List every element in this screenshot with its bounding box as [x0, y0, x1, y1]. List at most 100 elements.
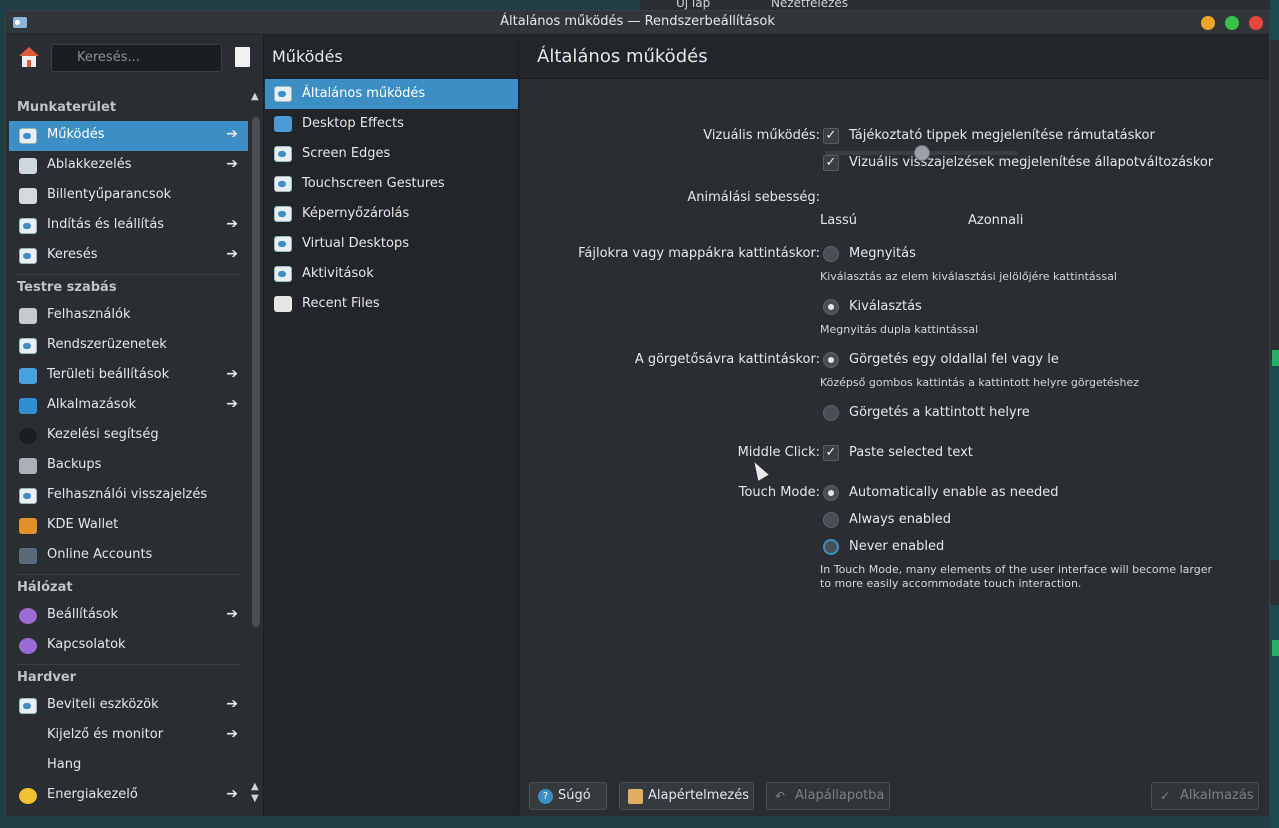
- settings-form: Vizuális működés: ✓ Tájékoztató tippek m…: [520, 79, 1269, 759]
- bg-tab-label: Nézetfelezés: [771, 0, 849, 10]
- scroll-to-position-option-label[interactable]: Görgetés a kattintott helyre: [849, 405, 1030, 420]
- status-feedback-option-label[interactable]: Vizuális visszajelzések megjelenítése ál…: [849, 155, 1213, 170]
- subcategory-item[interactable]: Aktivitások: [265, 259, 518, 289]
- sidebar-item[interactable]: Felhasználók: [6, 301, 248, 331]
- sidebar-item[interactable]: Online Accounts: [6, 541, 248, 571]
- sidebar-item-label: Keresés: [47, 247, 98, 262]
- toggle-icon: [274, 266, 292, 282]
- wallet-icon: [19, 518, 37, 534]
- bg-window-strip: [1270, 40, 1279, 360]
- help-icon: ?: [538, 789, 553, 804]
- sidebar-item[interactable]: Backups: [6, 451, 248, 481]
- tooltips-checkbox[interactable]: ✓: [823, 128, 839, 144]
- scrollbar-thumb[interactable]: [252, 117, 260, 627]
- sidebar-item[interactable]: Kapcsolatok: [6, 631, 248, 661]
- sidebar-item[interactable]: Területi beállítások ➔: [6, 361, 248, 391]
- effects-icon: [274, 116, 292, 132]
- open-radio[interactable]: [823, 246, 839, 262]
- apps-icon: [19, 398, 37, 414]
- scroll-down-icon[interactable]: ▲ ▼: [251, 781, 259, 805]
- subcategory-item[interactable]: Virtual Desktops: [265, 229, 518, 259]
- tooltips-option-label[interactable]: Tájékoztató tippek megjelenítése rámutat…: [849, 128, 1155, 143]
- reset-button[interactable]: ↶ Alapállapotba: [766, 782, 890, 810]
- sidebar-item[interactable]: Keresés ➔: [6, 241, 248, 271]
- subcategory-item[interactable]: Desktop Effects: [265, 109, 518, 139]
- sidebar-item[interactable]: Indítás és leállítás ➔: [6, 211, 248, 241]
- desktop-background-edge: [1270, 0, 1279, 828]
- touch-always-option-label[interactable]: Always enabled: [849, 512, 951, 527]
- sidebar-item[interactable]: Felhasználói visszajelzés: [6, 481, 248, 511]
- middle-click-label: Middle Click:: [737, 445, 820, 460]
- defaults-button-label: Alapértelmezés: [648, 788, 750, 803]
- minimize-button[interactable]: [1201, 16, 1215, 30]
- sidebar-item[interactable]: Kijelző és monitor ➔: [6, 721, 248, 751]
- sidebar-item[interactable]: Ablakkezelés ➔: [6, 151, 248, 181]
- arrow-right-icon: ➔: [226, 216, 238, 232]
- subcategory-item-label: Screen Edges: [302, 146, 391, 161]
- home-icon[interactable]: [16, 45, 42, 71]
- sidebar-item[interactable]: Energiakezelő ➔: [6, 781, 248, 811]
- help-button[interactable]: ? Súgó: [529, 782, 607, 810]
- sidebar-item[interactable]: KDE Wallet: [6, 511, 248, 541]
- arrow-right-icon: ➔: [226, 126, 238, 142]
- sidebar-item-label: Energiakezelő: [47, 787, 138, 802]
- scroll-page-option-label[interactable]: Görgetés egy oldallal fel vagy le: [849, 352, 1059, 367]
- paste-selected-checkbox[interactable]: ✓: [823, 445, 839, 461]
- sidebar-item-label: Kijelző és monitor: [47, 727, 164, 742]
- scroll-to-position-radio[interactable]: [823, 405, 839, 421]
- open-hint: Kiválasztás az elem kiválasztási jelölőj…: [820, 270, 1117, 283]
- search-input[interactable]: Keresés...: [51, 44, 222, 72]
- sidebar-item-label: Rendszerüzenetek: [47, 337, 167, 352]
- touch-never-option-label[interactable]: Never enabled: [849, 539, 944, 554]
- sidebar-item-label: Felhasználók: [47, 307, 131, 322]
- sidebar-item[interactable]: Beviteli eszközök ➔: [6, 691, 248, 721]
- checkmark-icon: ✓: [1160, 789, 1171, 803]
- defaults-button[interactable]: Alapértelmezés: [619, 782, 754, 810]
- sidebar-item[interactable]: Rendszerüzenetek: [6, 331, 248, 361]
- sidebar-item[interactable]: Beállítások ➔: [6, 601, 248, 631]
- slider-min-label: Lassú: [820, 213, 857, 228]
- select-option-label[interactable]: Kiválasztás: [849, 299, 922, 314]
- subcategory-item[interactable]: Touchscreen Gestures: [265, 169, 518, 199]
- sidebar-item[interactable]: Billentyűparancsok: [6, 181, 248, 211]
- touch-auto-radio[interactable]: [823, 485, 839, 501]
- toggle-icon: [19, 338, 37, 354]
- animation-speed-slider[interactable]: [825, 145, 1018, 161]
- subcategory-item[interactable]: Képernyőzárolás: [265, 199, 518, 229]
- scroll-up-icon[interactable]: ▲: [251, 91, 259, 102]
- subcategory-panel: Működés Általános működés Desktop Effects…: [265, 35, 519, 816]
- slider-handle[interactable]: [913, 145, 930, 161]
- close-button[interactable]: [1249, 16, 1263, 30]
- apply-button[interactable]: ✓ Alkalmazás: [1151, 782, 1259, 810]
- arrow-right-icon: ➔: [226, 606, 238, 622]
- open-option-label[interactable]: Megnyitás: [849, 246, 916, 261]
- sidebar-item[interactable]: Kezelési segítség: [6, 421, 248, 451]
- paste-selected-option-label[interactable]: Paste selected text: [849, 445, 973, 460]
- toggle-icon: [19, 128, 37, 144]
- sidebar-scrollbar[interactable]: ▲ ▲ ▼: [248, 91, 264, 816]
- touch-auto-option-label[interactable]: Automatically enable as needed: [849, 485, 1059, 500]
- touch-always-radio[interactable]: [823, 512, 839, 528]
- sidebar-item[interactable]: Működés ➔: [9, 121, 248, 151]
- sidebar-item[interactable]: Alkalmazások ➔: [6, 391, 248, 421]
- subcategory-list: Általános működés Desktop Effects Screen E…: [265, 79, 518, 319]
- subcategory-item[interactable]: Recent Files: [265, 289, 518, 319]
- bg-window-strip: [1270, 560, 1279, 605]
- sidebar-section-heading: Hardver: [6, 661, 248, 691]
- settings-content: Általános működés Vizuális működés: ✓ Tá…: [520, 35, 1269, 816]
- select-radio[interactable]: [823, 299, 839, 315]
- toggle-icon: [274, 146, 292, 162]
- slider-max-label: Azonnali: [968, 213, 1024, 228]
- maximize-button[interactable]: [1225, 16, 1239, 30]
- hamburger-menu-icon[interactable]: [235, 47, 250, 67]
- status-feedback-checkbox[interactable]: ✓: [823, 155, 839, 171]
- scroll-page-radio[interactable]: [823, 352, 839, 368]
- subcategory-item[interactable]: Általános működés: [265, 79, 518, 109]
- arrow-right-icon: ➔: [226, 156, 238, 172]
- sidebar-item-label: Kapcsolatok: [47, 637, 126, 652]
- subcategory-item[interactable]: Screen Edges: [265, 139, 518, 169]
- sidebar-section-heading: Munkaterület: [17, 100, 117, 115]
- sidebar-item[interactable]: Hang: [6, 751, 248, 781]
- touch-never-radio[interactable]: [823, 539, 839, 555]
- title-bar[interactable]: Általános működés — Rendszerbeállítások: [6, 11, 1269, 34]
